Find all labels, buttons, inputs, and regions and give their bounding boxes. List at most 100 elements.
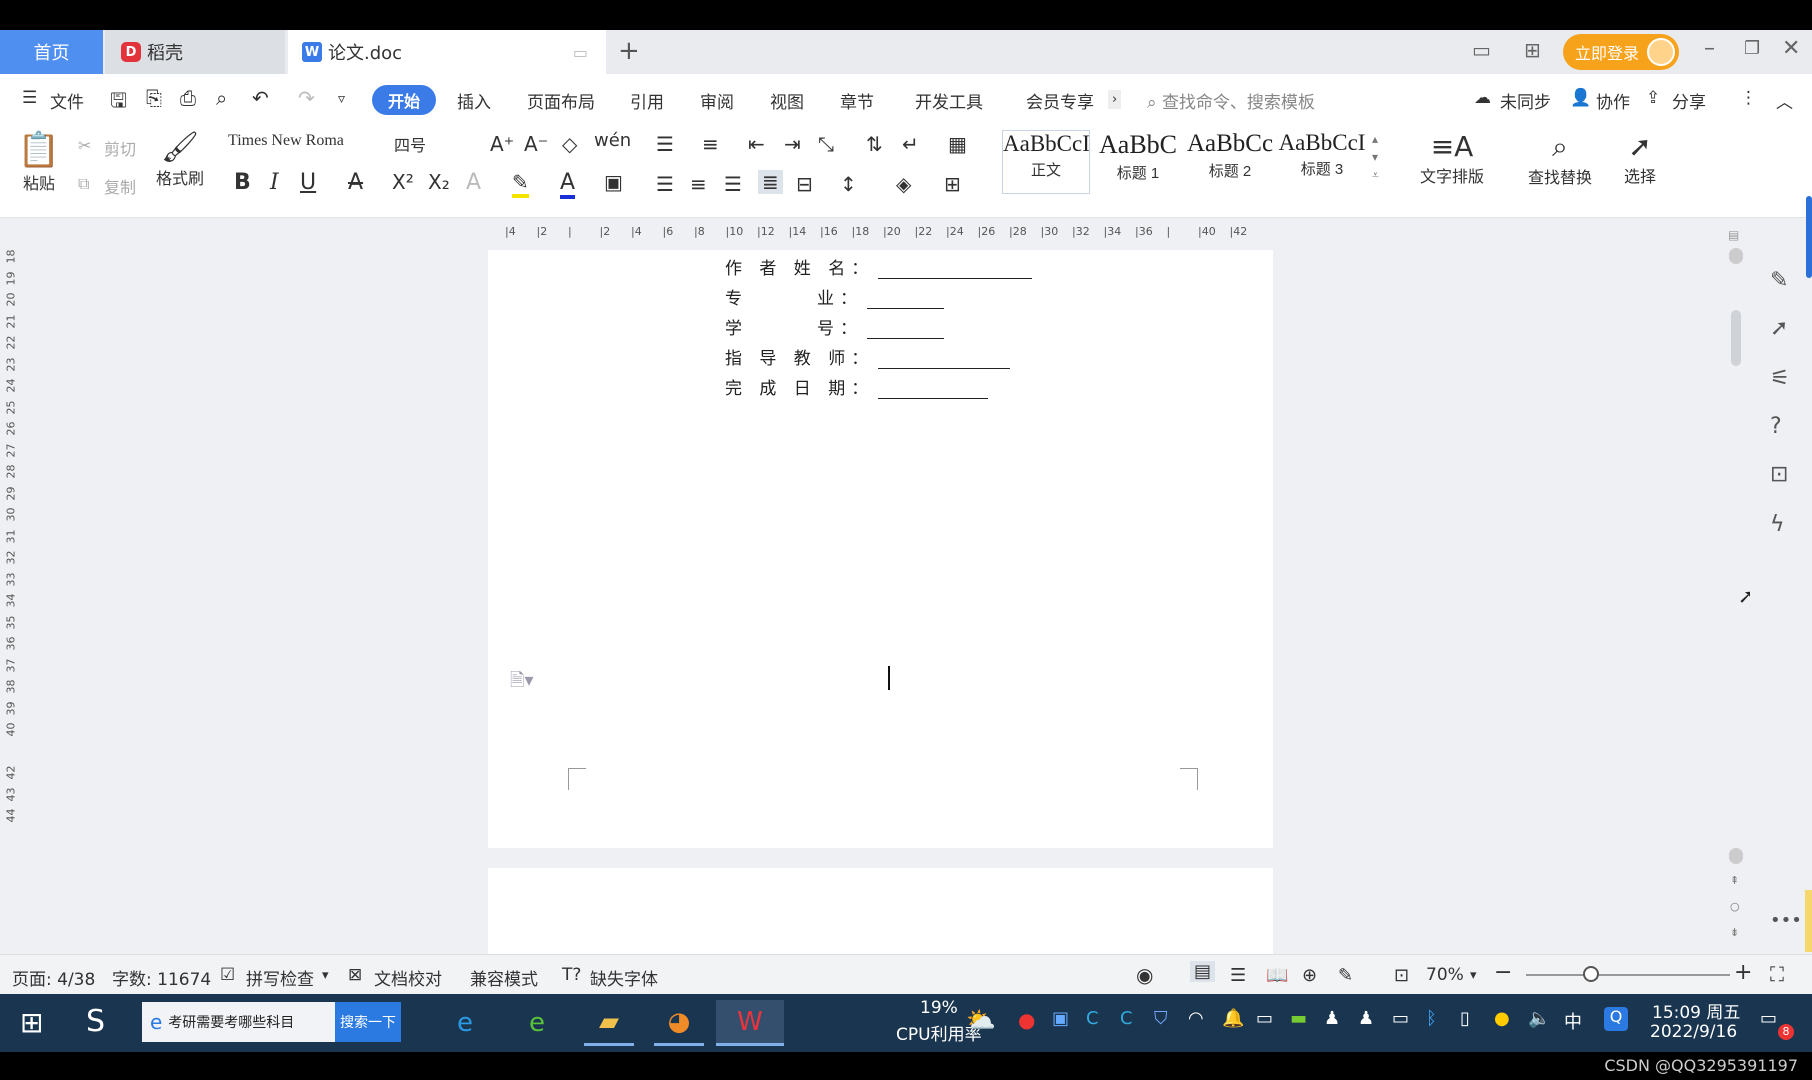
sidebar-more-icon[interactable]: •••	[1770, 910, 1802, 931]
style-gallery-scroll-icon[interactable]: ▴ ▾ ⩡	[1372, 130, 1379, 184]
image-icon[interactable]: ⊡	[1770, 462, 1788, 487]
sidebar-handle[interactable]	[1806, 196, 1812, 278]
field-blank-line[interactable]	[867, 321, 944, 339]
field-blank-line[interactable]	[878, 261, 1033, 279]
prev-page-icon[interactable]: ⇞	[1730, 874, 1739, 887]
unsynced-label[interactable]: 未同步	[1500, 88, 1551, 113]
align-right-icon[interactable]: ☰	[724, 172, 742, 196]
clear-format-icon[interactable]: ◇	[562, 132, 577, 156]
select-pointer-icon[interactable]: ➚	[1770, 316, 1788, 341]
share-icon[interactable]: ⇪	[1646, 88, 1660, 108]
format-painter-button[interactable]: 🖌 格式刷	[150, 130, 210, 189]
cut-label[interactable]: 剪切	[104, 136, 136, 160]
char-border-icon[interactable]: ▣	[604, 170, 623, 194]
app-s-icon[interactable]: S	[86, 1004, 105, 1039]
tray-qq2-icon[interactable]: ♟	[1358, 1008, 1374, 1029]
undo-icon[interactable]: ↶	[252, 86, 269, 110]
copy-icon[interactable]: ⧉	[78, 174, 89, 194]
print-preview-icon[interactable]: ⌕	[216, 86, 227, 110]
tray-green-icon[interactable]: ●	[1494, 1008, 1510, 1029]
save-icon[interactable]: 🖫	[110, 86, 127, 120]
bold-icon[interactable]: B	[234, 170, 251, 195]
next-page-icon[interactable]: ⇟	[1730, 926, 1739, 939]
menu-page-layout[interactable]: 页面布局	[527, 88, 595, 113]
new-tab-button[interactable]: +	[618, 36, 640, 66]
subscript-icon[interactable]: X₂	[428, 170, 450, 194]
share-label[interactable]: 分享	[1672, 88, 1706, 113]
grow-font-icon[interactable]: A⁺	[490, 132, 514, 156]
line-spacing-icon[interactable]: ↕	[840, 172, 857, 196]
justify-icon[interactable]: ≣	[758, 170, 783, 194]
table-icon[interactable]: ▦	[948, 132, 967, 156]
field-blank-line[interactable]	[878, 351, 1011, 369]
align-center-icon[interactable]: ≡	[690, 172, 707, 196]
browser-360-icon[interactable]: e	[512, 1000, 562, 1046]
increase-indent-icon[interactable]: ⇥	[784, 132, 801, 156]
cut-icon[interactable]: ✂	[78, 136, 91, 155]
menu-insert[interactable]: 插入	[457, 88, 491, 113]
write-view-icon[interactable]: ✎	[1338, 965, 1353, 986]
align-left-icon[interactable]: ☰	[656, 172, 674, 196]
spell-check-icon[interactable]: ☑	[220, 965, 235, 985]
text-direction-icon[interactable]: ⤡	[818, 132, 834, 156]
more-options-icon[interactable]: ⋮	[1740, 88, 1757, 108]
ime-indicator[interactable]: 中	[1564, 1008, 1582, 1034]
web-view-icon[interactable]: ⊕	[1302, 965, 1317, 986]
tray-c-icon[interactable]: C	[1086, 1008, 1099, 1029]
spell-check-label[interactable]: 拼写检查	[246, 965, 314, 990]
copy-label[interactable]: 复制	[104, 174, 136, 198]
document-page[interactable]: 🗎▾	[488, 250, 1273, 848]
phonetic-guide-icon[interactable]: wén	[594, 130, 631, 151]
lightning-icon[interactable]: ϟ	[1770, 512, 1785, 537]
menu-developer[interactable]: 开发工具	[915, 88, 983, 113]
ie-browser-icon[interactable]: e	[440, 1000, 490, 1046]
tray-volume-icon[interactable]: 🔈	[1528, 1008, 1550, 1029]
notification-icon[interactable]: ▭	[1760, 1008, 1777, 1029]
document-page-next[interactable]	[488, 868, 1273, 954]
shrink-font-icon[interactable]: A⁻	[524, 132, 548, 156]
horizontal-ruler[interactable]: |4 |2 | |2 |4 |6 |8 |10 |12 |14 |16 |18 |20 |22 |24 |26…	[505, 221, 1250, 243]
italic-icon[interactable]: I	[270, 170, 279, 195]
cat-app-icon[interactable]: ◕	[654, 1000, 704, 1046]
close-icon[interactable]: ✕	[1782, 36, 1800, 61]
menu-review[interactable]: 审阅	[700, 88, 734, 113]
taskbar-search-box[interactable]: e 考研需要考哪些科目	[142, 1002, 337, 1042]
tray-shield-icon[interactable]: ⛉	[1154, 1008, 1168, 1029]
author-field-row[interactable]: 作 者 姓 名：	[725, 254, 1033, 279]
numbered-list-icon[interactable]: ≡	[702, 132, 719, 156]
menu-file[interactable]: 文件	[50, 88, 84, 113]
clock-time[interactable]: 15:09 周五	[1652, 998, 1740, 1023]
tab-document[interactable]: W 论文.doc ▭	[288, 30, 606, 74]
vertical-ruler[interactable]: 18 19 20 21 22 23 24 25 26 27 28 29 30 31 32 33 34 35 36 37…	[0, 250, 22, 830]
highlight-icon[interactable]: ✎	[512, 170, 529, 198]
author-field-row[interactable]: 指 导 教 师：	[725, 344, 1011, 369]
missing-font-label[interactable]: 缺失字体	[590, 965, 658, 990]
menu-member[interactable]: 会员专享	[1026, 88, 1094, 113]
decrease-indent-icon[interactable]: ⇤	[748, 132, 765, 156]
fullscreen-icon[interactable]: ⛶	[1770, 962, 1784, 986]
file-explorer-icon[interactable]: ▰	[584, 1000, 634, 1046]
outline-view-icon[interactable]: ☰	[1230, 965, 1246, 986]
word-count[interactable]: 字数: 11674	[112, 965, 211, 990]
distribute-icon[interactable]: ⊟	[796, 172, 813, 196]
hamburger-icon[interactable]: ☰	[22, 88, 37, 108]
style-heading-2[interactable]: AaBbCc 标题 2	[1186, 130, 1274, 194]
doc-proof-icon[interactable]: ⊠	[348, 965, 362, 985]
tab-screen-icon[interactable]: ▭	[573, 43, 588, 62]
style-normal[interactable]: AaBbCcI 正文	[1002, 130, 1090, 194]
field-blank-line[interactable]	[867, 291, 944, 309]
author-field-row[interactable]: 完 成 日 期：	[725, 374, 989, 399]
zoom-in-icon[interactable]: +	[1734, 960, 1752, 985]
cloud-sync-icon[interactable]: ☁	[1474, 88, 1491, 108]
font-name-select[interactable]: Times New Roma	[222, 130, 386, 156]
author-field-row[interactable]: 学 号：	[725, 314, 944, 339]
wps-taskbar-icon[interactable]: W	[716, 1000, 784, 1046]
weather-icon[interactable]: ⛅	[966, 1006, 996, 1034]
tray-wifi-icon[interactable]: ◠	[1188, 1008, 1204, 1029]
tray-bag-icon[interactable]: ▣	[1052, 1008, 1069, 1029]
collapse-ribbon-icon[interactable]: ︿	[1776, 88, 1793, 113]
print-icon[interactable]: ⎙	[180, 86, 196, 110]
spell-check-dropdown-icon[interactable]: ▾	[322, 968, 329, 983]
minimize-icon[interactable]: –	[1704, 36, 1715, 61]
taskbar-search-button[interactable]: 搜索一下	[335, 1002, 401, 1042]
